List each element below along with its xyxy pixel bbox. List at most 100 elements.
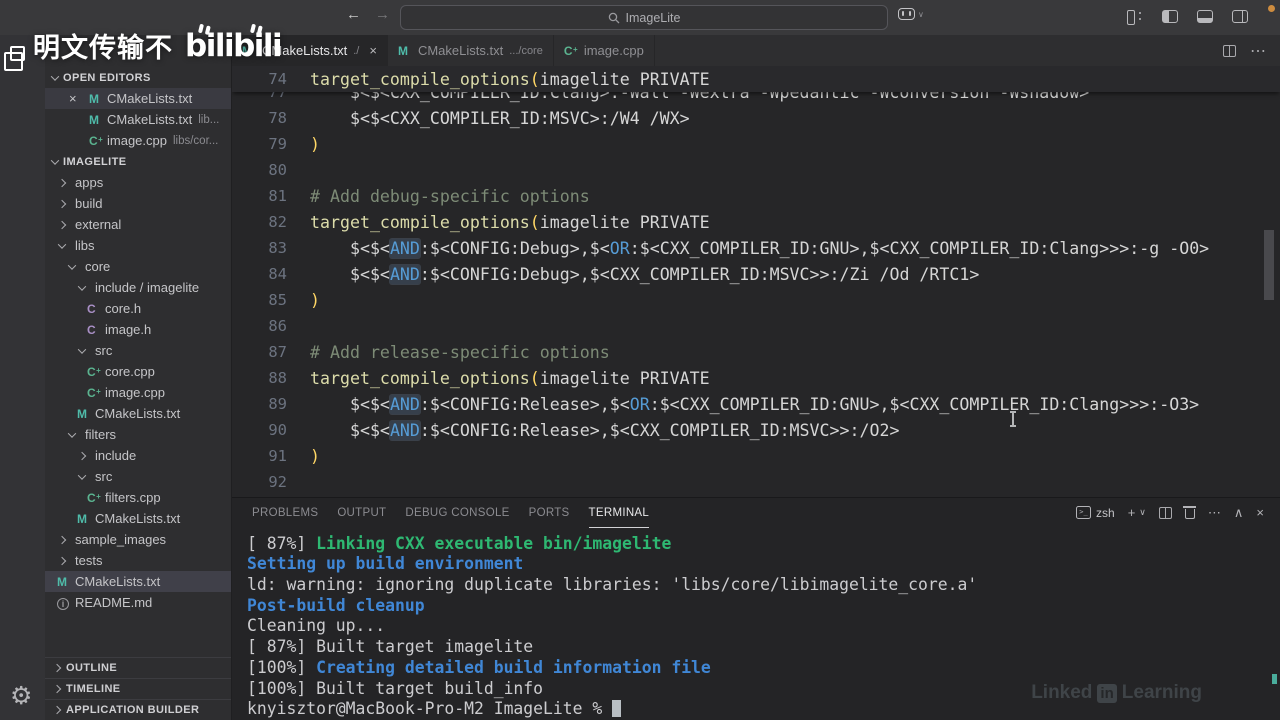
tree-item[interactable]: Ccore.h (45, 298, 231, 319)
toggle-sidebar-icon[interactable] (1162, 10, 1178, 23)
terminal-icon: >_ (1076, 506, 1092, 520)
chevron-down-icon (67, 428, 77, 438)
file-label: filters.cpp (105, 490, 161, 505)
editor-scrollbar[interactable] (1264, 230, 1274, 300)
command-center-search[interactable]: ImageLite (400, 5, 888, 30)
sidebar-section-application-builder[interactable]: APPLICATION BUILDER (45, 699, 231, 720)
cmake-file-icon: M (89, 91, 99, 106)
code-editor[interactable]: 74 target_compile_options(imagelite PRIVA… (232, 66, 1280, 497)
editor-tab[interactable]: Cimage.cpp (553, 35, 655, 66)
panel-tab-output[interactable]: OUTPUT (337, 498, 386, 528)
close-icon[interactable]: × (69, 91, 89, 106)
tree-item[interactable]: include (45, 445, 231, 466)
tab-path-desc: ./ (353, 44, 360, 57)
project-section-header[interactable]: IMAGELITE (45, 151, 231, 172)
title-bar: ← → ImageLite ∨ (0, 0, 1280, 35)
tree-item[interactable]: external (45, 214, 231, 235)
tree-item[interactable]: M CMakeLists.txt (45, 403, 231, 424)
chevron-slot (67, 260, 83, 270)
chevron-down-icon: ∨ (918, 9, 924, 19)
terminal-segment: [ 87%] Built target imagelite (247, 637, 534, 657)
open-editor-item[interactable]: × M CMakeLists.txt (45, 88, 231, 109)
tab-bar-actions: ⋯ (1223, 35, 1266, 66)
tree-item[interactable]: core (45, 256, 231, 277)
chevron-slot (57, 220, 73, 229)
tree-item[interactable]: src (45, 340, 231, 361)
kill-terminal-icon[interactable] (1183, 506, 1197, 520)
code-line: 79) (232, 131, 1280, 157)
back-arrow-icon[interactable]: ← (346, 6, 361, 23)
folder-label: libs (75, 238, 95, 253)
tree-item[interactable]: Cimage.h (45, 319, 231, 340)
file-label: image.h (105, 322, 152, 337)
customize-layout-icon[interactable] (1127, 10, 1143, 25)
tree-item[interactable]: apps (45, 172, 231, 193)
folder-label: tests (75, 553, 103, 568)
panel-tab-terminal[interactable]: TERMINAL (589, 498, 650, 528)
tree-item[interactable]: sample_images (45, 529, 231, 550)
folder-label: sample_images (75, 532, 167, 547)
code-segment: ( (529, 69, 540, 89)
panel-tab-debug-console[interactable]: DEBUG CONSOLE (405, 498, 509, 528)
code-segment: OR (629, 394, 650, 414)
code-text: target_compile_options(imagelite PRIVATE (287, 70, 710, 89)
sticky-scroll-line[interactable]: 74 target_compile_options(imagelite PRIVA… (232, 66, 1280, 92)
tree-item[interactable]: i README.md (45, 592, 231, 613)
terminal-output[interactable]: [ 87%] Linking CXX executable bin/imagel… (232, 528, 1280, 720)
copilot-icon (898, 8, 915, 20)
tree-item[interactable]: src (45, 466, 231, 487)
folder-label: build (75, 196, 103, 211)
settings-gear-icon[interactable]: ⚙ (10, 683, 32, 708)
editor-tab-bar: M CMakeLists.txt ./ × M CMakeLists.txt .../cor… (232, 35, 1280, 66)
toggle-panel-icon[interactable] (1197, 10, 1213, 23)
code-line: 91) (232, 443, 1280, 469)
editor-tab[interactable]: M CMakeLists.txt ./ × (232, 35, 388, 66)
sticky-code-line: 74 target_compile_options(imagelite PRIVA… (232, 66, 710, 92)
copilot-menu[interactable]: ∨ (898, 8, 924, 20)
chevron-down-icon (67, 260, 77, 270)
toggle-secondary-sidebar-icon[interactable] (1232, 10, 1248, 23)
maximize-panel-icon[interactable]: ∧ (1234, 505, 1244, 521)
tree-item[interactable]: M CMakeLists.txt (45, 508, 231, 529)
editor-tab[interactable]: M CMakeLists.txt .../core (387, 35, 554, 66)
code-segment: $<$<CXX_COMPILER_ID:MSVC>:/W4 /WX> (310, 108, 690, 128)
split-editor-icon[interactable] (1223, 44, 1236, 57)
tree-item[interactable]: filters (45, 424, 231, 445)
close-panel-icon[interactable]: × (1256, 505, 1264, 520)
sidebar-section-timeline[interactable]: TIMELINE (45, 678, 231, 699)
tree-item[interactable]: Cfilters.cpp (45, 487, 231, 508)
sidebar-section-outline[interactable]: OUTLINE (45, 657, 231, 678)
tree-item[interactable]: Cimage.cpp (45, 382, 231, 403)
chevron-slot (77, 281, 93, 291)
code-segment: $<$< (310, 394, 390, 414)
code-text: ) (287, 291, 320, 310)
code-segment: $<$<CXX_COMPILER_ID:Clang>:-Wall -Wextra… (310, 92, 1090, 102)
panel-more-icon[interactable]: ⋯ (1208, 505, 1221, 521)
tree-item[interactable]: M CMakeLists.txt (45, 571, 231, 592)
close-icon[interactable]: × (369, 43, 377, 58)
forward-arrow-icon[interactable]: → (375, 6, 390, 23)
split-terminal-icon[interactable] (1158, 506, 1172, 519)
chevron-right-icon (57, 535, 67, 544)
editor-column: M CMakeLists.txt ./ × M CMakeLists.txt .../cor… (232, 35, 1280, 720)
code-line: 80 (232, 157, 1280, 183)
new-terminal-icon[interactable]: + (1128, 505, 1136, 520)
panel-tab-ports[interactable]: PORTS (529, 498, 570, 528)
recording-dot (1268, 5, 1275, 12)
terminal-dropdown-icon[interactable]: ∨ (1139, 507, 1146, 518)
tree-item[interactable]: build (45, 193, 231, 214)
tree-item[interactable]: tests (45, 550, 231, 571)
open-editors-header[interactable]: OPEN EDITORS (45, 67, 231, 88)
line-number: 80 (268, 161, 287, 179)
panel-tab-problems[interactable]: PROBLEMS (252, 498, 318, 528)
tree-item[interactable]: Ccore.cpp (45, 361, 231, 382)
open-editor-item[interactable]: M CMakeLists.txt lib... (45, 109, 231, 130)
code-text: ) (287, 447, 320, 466)
chevron-right-icon (57, 556, 67, 565)
tree-item[interactable]: libs (45, 235, 231, 256)
history-nav: ← → (346, 6, 390, 23)
tree-item[interactable]: include / imagelite (45, 277, 231, 298)
open-editor-item[interactable]: Cimage.cpp libs/cor... (45, 130, 231, 151)
chevron-right-icon (52, 705, 62, 715)
more-actions-icon[interactable]: ⋯ (1250, 41, 1266, 61)
